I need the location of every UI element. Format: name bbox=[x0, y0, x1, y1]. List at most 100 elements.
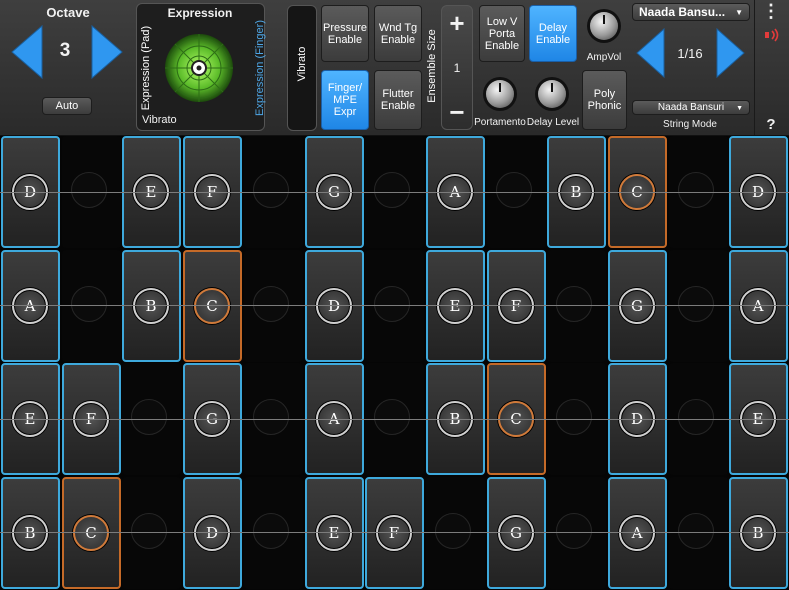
flutter-enable-button[interactable]: Flutter Enable bbox=[374, 70, 422, 130]
note-label: A bbox=[740, 288, 776, 324]
note-pad[interactable]: D bbox=[183, 477, 242, 589]
expression-pad-axis-label: Expression (Pad) bbox=[140, 25, 152, 111]
preset-next-arrow-icon[interactable] bbox=[715, 27, 747, 79]
portamento-label: Portamento bbox=[474, 117, 526, 128]
preset-prev-arrow-icon[interactable] bbox=[634, 27, 666, 79]
note-pad[interactable]: B bbox=[1, 477, 60, 589]
pad-empty[interactable] bbox=[669, 477, 728, 589]
instrument-dropdown[interactable]: Naada Bansu... ▼ bbox=[632, 3, 750, 21]
ensemble-minus-button[interactable]: − bbox=[441, 98, 473, 126]
note-pad[interactable]: A bbox=[608, 477, 667, 589]
note-label: D bbox=[194, 515, 230, 551]
menu-icon[interactable]: ⋮ bbox=[760, 1, 782, 22]
note-pad[interactable]: C bbox=[183, 250, 242, 362]
vibrato-label: Vibrato bbox=[296, 46, 308, 82]
pad-empty[interactable] bbox=[669, 250, 728, 362]
note-label bbox=[71, 172, 107, 208]
control-panel: Octave 3 Auto Expression Expression (Pad… bbox=[0, 0, 789, 136]
pad-empty[interactable] bbox=[547, 477, 606, 589]
low-v-porta-enable-button[interactable]: Low V Porta Enable bbox=[479, 5, 525, 62]
auto-button[interactable]: Auto bbox=[42, 97, 92, 115]
pressure-enable-button[interactable]: Pressure Enable bbox=[321, 5, 369, 62]
delay-level-label: Delay Level bbox=[526, 117, 580, 128]
note-label bbox=[253, 286, 289, 322]
help-icon[interactable]: ? bbox=[760, 116, 782, 133]
expression-finger-axis-label: Expression (Finger) bbox=[254, 20, 266, 116]
note-label: F bbox=[376, 515, 412, 551]
ampvol-label: AmpVol bbox=[586, 52, 622, 63]
wnd-tg-enable-button[interactable]: Wnd Tg Enable bbox=[374, 5, 422, 62]
note-pad[interactable]: G bbox=[608, 250, 667, 362]
note-label: C bbox=[73, 515, 109, 551]
note-label: B bbox=[12, 515, 48, 551]
note-label: B bbox=[133, 288, 169, 324]
note-pad[interactable]: A bbox=[729, 250, 788, 362]
note-label: E bbox=[316, 515, 352, 551]
pad-empty[interactable] bbox=[244, 250, 303, 362]
delay-level-knob[interactable] bbox=[538, 80, 566, 108]
note-label bbox=[678, 286, 714, 322]
note-label bbox=[374, 286, 410, 322]
string-line bbox=[0, 192, 789, 193]
instrument-name: Naada Bansu... bbox=[639, 5, 726, 19]
note-label: A bbox=[619, 515, 655, 551]
octave-down-arrow-icon[interactable] bbox=[8, 24, 44, 80]
finger-mpe-expr-button[interactable]: Finger/ MPE Expr bbox=[321, 70, 369, 130]
note-label bbox=[253, 513, 289, 549]
expression-title: Expression bbox=[167, 6, 233, 20]
string-line bbox=[0, 305, 789, 306]
delay-enable-button[interactable]: Delay Enable bbox=[529, 5, 577, 62]
octave-up-arrow-icon[interactable] bbox=[90, 24, 126, 80]
note-pad[interactable]: C bbox=[62, 477, 121, 589]
poly-phonic-button[interactable]: Poly Phonic bbox=[582, 70, 627, 130]
ensemble-size-label: Ensemble Size bbox=[426, 29, 438, 103]
note-label bbox=[678, 172, 714, 208]
note-label bbox=[131, 513, 167, 549]
pad-empty[interactable] bbox=[122, 477, 181, 589]
note-label bbox=[253, 399, 289, 435]
note-pad[interactable]: E bbox=[305, 477, 364, 589]
note-label bbox=[435, 513, 471, 549]
ensemble-size-value: 1 bbox=[453, 61, 461, 75]
expression-xy-pad[interactable] bbox=[162, 24, 236, 108]
note-label bbox=[496, 172, 532, 208]
expression-vibrato-label: Vibrato bbox=[142, 114, 177, 126]
note-pad[interactable]: G bbox=[487, 477, 546, 589]
pad-empty[interactable] bbox=[244, 477, 303, 589]
note-label bbox=[556, 286, 592, 322]
octave-label: Octave bbox=[46, 5, 90, 20]
note-label bbox=[374, 399, 410, 435]
pad-empty[interactable] bbox=[426, 477, 485, 589]
note-pad[interactable]: D bbox=[305, 250, 364, 362]
chevron-down-icon: ▼ bbox=[736, 105, 743, 112]
pad-empty[interactable] bbox=[62, 250, 121, 362]
ensemble-plus-button[interactable]: + bbox=[441, 9, 473, 37]
note-label bbox=[131, 399, 167, 435]
note-label: A bbox=[12, 288, 48, 324]
note-pad[interactable]: B bbox=[729, 477, 788, 589]
string-line bbox=[0, 419, 789, 420]
ampvol-knob[interactable] bbox=[590, 12, 618, 40]
chevron-down-icon: ▼ bbox=[735, 8, 743, 17]
pad-empty[interactable] bbox=[365, 250, 424, 362]
note-pad[interactable]: F bbox=[487, 250, 546, 362]
note-label bbox=[71, 286, 107, 322]
midi-signal-icon bbox=[765, 28, 779, 42]
preset-page: 1/16 bbox=[677, 46, 703, 61]
portamento-knob[interactable] bbox=[486, 80, 514, 108]
note-label: F bbox=[498, 288, 534, 324]
note-label: E bbox=[437, 288, 473, 324]
string-mode-dropdown[interactable]: Naada Bansuri ▼ bbox=[632, 100, 750, 115]
note-label bbox=[374, 172, 410, 208]
note-label bbox=[556, 513, 592, 549]
note-label: G bbox=[619, 288, 655, 324]
note-pad-grid: DEFGABCDABCDEFGAEFGABCDEBCDEFGAB bbox=[0, 135, 789, 590]
note-pad[interactable]: E bbox=[426, 250, 485, 362]
string-mode-label: String Mode bbox=[663, 119, 717, 130]
note-pad[interactable]: A bbox=[1, 250, 60, 362]
note-label bbox=[678, 399, 714, 435]
pad-empty[interactable] bbox=[547, 250, 606, 362]
note-pad[interactable]: F bbox=[365, 477, 424, 589]
note-pad[interactable]: B bbox=[122, 250, 181, 362]
string-mode-value: Naada Bansuri bbox=[657, 101, 725, 113]
